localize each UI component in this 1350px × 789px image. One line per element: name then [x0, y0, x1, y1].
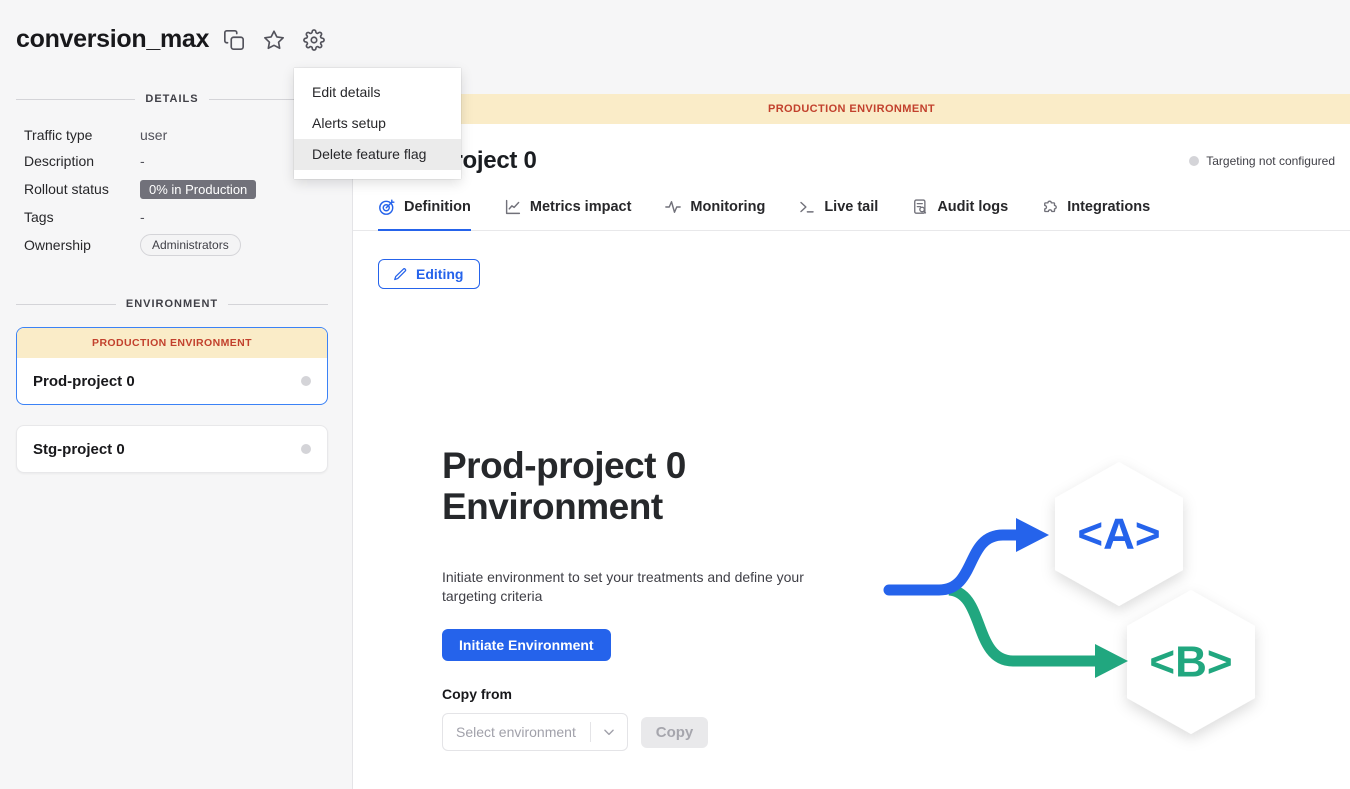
main-content: PRODUCTION ENVIRONMENT Prod-project 0 Ta…	[352, 94, 1350, 789]
tab-label: Monitoring	[690, 199, 765, 215]
environment-section-header: ENVIRONMENT	[16, 298, 328, 310]
settings-menu: Edit details Alerts setup Delete feature…	[294, 68, 461, 179]
hero-title-line-2: Environment	[442, 486, 686, 527]
header-actions	[223, 29, 325, 51]
variant-a-label: <A>	[1077, 510, 1160, 559]
page-title: conversion_max	[16, 25, 209, 54]
split-branch-a	[889, 535, 1019, 590]
copy-from-label: Copy from	[442, 686, 512, 702]
details-rows: Traffic type user Description - Rollout …	[24, 122, 336, 260]
favorite-button[interactable]	[263, 29, 285, 51]
initiate-environment-button[interactable]: Initiate Environment	[442, 629, 611, 661]
tab-label: Integrations	[1067, 199, 1150, 215]
split-branch-b	[949, 590, 1099, 661]
status-dot-icon	[1189, 156, 1199, 166]
detail-row-tags: Tags -	[24, 204, 336, 230]
environment-name: Prod-project 0	[33, 373, 135, 390]
tab-definition[interactable]: Definition	[378, 198, 471, 231]
tab-integrations[interactable]: Integrations	[1041, 198, 1150, 231]
detail-value: -	[140, 153, 145, 169]
menu-item-alerts-setup[interactable]: Alerts setup	[294, 108, 461, 139]
arrowhead-b	[1095, 644, 1128, 678]
select-placeholder: Select environment	[443, 724, 590, 740]
detail-row-description: Description -	[24, 148, 336, 174]
pulse-icon	[664, 198, 682, 216]
detail-label: Description	[24, 153, 140, 169]
menu-item-delete-feature-flag[interactable]: Delete feature flag	[294, 139, 461, 170]
environment-name: Stg-project 0	[33, 441, 125, 458]
terminal-icon	[798, 198, 816, 216]
tab-bar: Definition Metrics impact Monitoring	[353, 175, 1350, 231]
editing-button-label: Editing	[416, 266, 463, 282]
target-icon	[378, 198, 396, 216]
tab-audit-logs[interactable]: Audit logs	[911, 198, 1008, 231]
copy-button[interactable]: Copy	[641, 717, 708, 748]
document-search-icon	[911, 198, 929, 216]
settings-button[interactable]	[303, 29, 325, 51]
details-section-header: DETAILS	[16, 93, 328, 105]
tab-label: Definition	[404, 199, 471, 215]
environment-cards: PRODUCTION ENVIRONMENT Prod-project 0 St…	[16, 327, 328, 473]
environment-card-prod[interactable]: PRODUCTION ENVIRONMENT Prod-project 0	[16, 327, 328, 405]
line-chart-icon	[504, 198, 522, 216]
sidebar: DETAILS Traffic type user Description - …	[0, 94, 352, 789]
tab-label: Metrics impact	[530, 199, 632, 215]
environment-select[interactable]: Select environment	[442, 713, 628, 751]
detail-value: -	[140, 209, 145, 225]
puzzle-icon	[1041, 198, 1059, 216]
copy-icon	[223, 29, 245, 51]
detail-row-traffic-type: Traffic type user	[24, 122, 336, 148]
detail-label: Ownership	[24, 237, 140, 253]
pencil-icon	[393, 267, 408, 282]
editing-button[interactable]: Editing	[378, 259, 480, 289]
arrowhead-a	[1016, 518, 1049, 552]
production-environment-banner: PRODUCTION ENVIRONMENT	[17, 328, 327, 358]
detail-label: Tags	[24, 209, 140, 225]
status-dot-icon	[301, 444, 311, 454]
detail-row-rollout-status: Rollout status 0% in Production	[24, 174, 336, 204]
environment-heading: ENVIRONMENT	[126, 298, 218, 310]
detail-label: Traffic type	[24, 127, 140, 143]
tab-label: Audit logs	[937, 199, 1008, 215]
detail-label: Rollout status	[24, 181, 140, 197]
star-icon	[263, 29, 285, 51]
rollout-status-badge: 0% in Production	[140, 180, 256, 199]
gear-icon	[303, 29, 325, 51]
hero-title-line-1: Prod-project 0	[442, 445, 686, 486]
ab-split-illustration: <A> <B>	[881, 446, 1271, 766]
detail-row-ownership: Ownership Administrators	[24, 230, 336, 260]
details-heading: DETAILS	[145, 93, 198, 105]
targeting-status: Targeting not configured	[1189, 154, 1335, 168]
tab-monitoring[interactable]: Monitoring	[664, 198, 765, 231]
tab-label: Live tail	[824, 199, 878, 215]
tab-metrics-impact[interactable]: Metrics impact	[504, 198, 632, 231]
menu-item-edit-details[interactable]: Edit details	[294, 77, 461, 108]
variant-b-label: <B>	[1149, 638, 1232, 687]
hero-description: Initiate environment to set your treatme…	[442, 568, 810, 607]
chevron-down-icon	[591, 725, 627, 739]
hero-title: Prod-project 0 Environment	[442, 445, 686, 528]
targeting-status-label: Targeting not configured	[1206, 154, 1335, 168]
environment-card-stg[interactable]: Stg-project 0	[16, 425, 328, 473]
ownership-pill[interactable]: Administrators	[140, 234, 241, 256]
status-dot-icon	[301, 376, 311, 386]
detail-value: user	[140, 127, 167, 143]
production-environment-banner: PRODUCTION ENVIRONMENT	[353, 94, 1350, 124]
copy-name-button[interactable]	[223, 29, 245, 51]
tab-live-tail[interactable]: Live tail	[798, 198, 878, 231]
